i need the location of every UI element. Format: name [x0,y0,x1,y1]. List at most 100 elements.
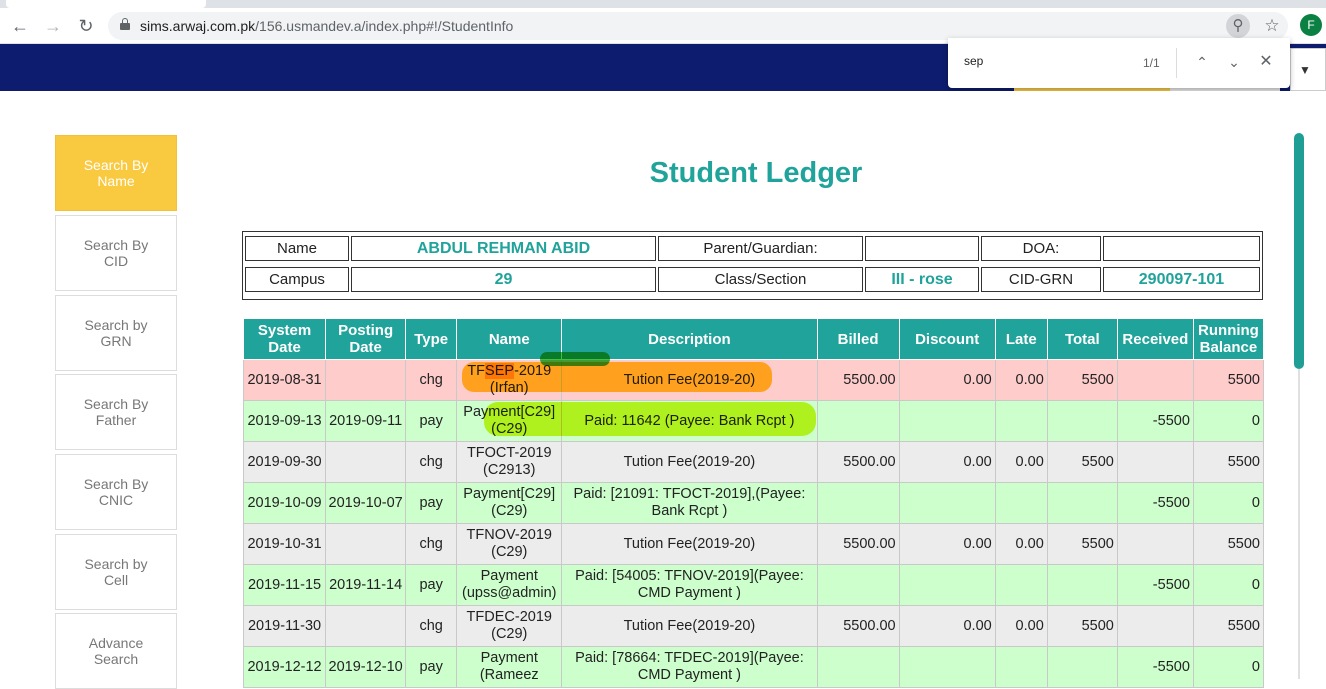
cell-description: Paid: [78664: TFDEC-2019](Payee: CMD Pay… [561,646,818,688]
cell-system-date: 2019-09-30 [242,441,327,483]
cell-posting-date [325,523,407,565]
cell-type: chg [405,605,458,647]
cell-billed: 5500.00 [816,523,900,565]
sidebar-advance-search[interactable]: Advance Search [55,613,177,689]
url-path: /156.usmandev.a/index.php#!/StudentInfo [255,18,514,34]
cell-discount: 0.00 [898,359,996,401]
col-billed[interactable]: Billed [816,318,900,360]
browser-tab[interactable] [6,0,206,8]
table-row[interactable]: 2019-09-30 chg TFOCT-2019 (C2913) Tution Fe… [242,441,1265,483]
highlight-mark [462,362,772,392]
sidebar-search-by-name[interactable]: Search By Name [55,135,177,211]
name-value: ABDUL REHMAN ABID [351,236,656,261]
cell-discount [898,400,996,442]
cell-discount [898,646,996,688]
cell-billed [816,400,900,442]
bookmark-star-icon[interactable]: ☆ [1260,14,1284,38]
sidebar-search-by-father[interactable]: Search By Father [55,374,177,450]
forward-arrow-icon[interactable]: → [41,14,65,38]
cell-name: Payment (Rameez [456,646,563,688]
address-bar[interactable]: sims.arwaj.com.pk/156.usmandev.a/index.p… [108,12,1288,40]
cidgrn-label: CID-GRN [981,267,1101,292]
find-bar: 1/1 ⌃ ⌄ ✕ [948,38,1290,88]
cell-system-date: 2019-11-30 [242,605,327,647]
cell-balance: 5500 [1192,441,1265,483]
page-title: Student Ledger [649,157,863,189]
cell-late [994,564,1048,606]
col-total[interactable]: Total [1046,318,1118,360]
cell-late: 0.00 [994,605,1048,647]
col-discount[interactable]: Discount [898,318,996,360]
cell-received: -5500 [1116,400,1194,442]
lock-icon [120,18,130,30]
reload-icon[interactable]: ↻ [74,14,98,38]
cell-type: pay [405,400,458,442]
col-system-date[interactable]: System Date [242,318,327,360]
cell-type: pay [405,482,458,524]
col-type[interactable]: Type [405,318,458,360]
find-input[interactable] [964,54,1104,68]
scrollbar-thumb[interactable] [1294,133,1304,369]
cell-system-date: 2019-10-09 [242,482,327,524]
back-arrow-icon[interactable]: ← [8,14,32,38]
cell-system-date: 2019-12-12 [242,646,327,688]
header-menu-button[interactable]: ▼ [1290,48,1326,91]
profile-avatar[interactable]: F [1300,14,1322,36]
cell-balance: 0 [1192,482,1265,524]
cell-system-date: 2019-10-31 [242,523,327,565]
cell-billed: 5500.00 [816,359,900,401]
cell-type: pay [405,564,458,606]
chevron-down-icon[interactable]: ⌄ [1222,50,1246,74]
highlight-mark [540,352,610,366]
cell-late: 0.00 [994,523,1048,565]
class-label: Class/Section [658,267,863,292]
cidgrn-value: 290097-101 [1103,267,1260,292]
close-icon[interactable]: ✕ [1254,50,1278,74]
cell-system-date: 2019-08-31 [242,359,327,401]
cell-late: 0.00 [994,441,1048,483]
cell-system-date: 2019-11-15 [242,564,327,606]
cell-discount: 0.00 [898,441,996,483]
table-row[interactable]: 2019-10-31 chg TFNOV-2019 (C29) Tution Fee(… [242,523,1265,565]
cell-late [994,400,1048,442]
sidebar-search-by-cell[interactable]: Search by Cell [55,534,177,610]
col-posting-date[interactable]: Posting Date [325,318,407,360]
url-text: sims.arwaj.com.pk/156.usmandev.a/index.p… [140,18,513,34]
col-late[interactable]: Late [994,318,1048,360]
cell-system-date: 2019-09-13 [242,400,327,442]
sidebar-search-by-cid[interactable]: Search By CID [55,215,177,291]
cell-billed [816,482,900,524]
cell-name: TFNOV-2019 (C29) [456,523,563,565]
ledger-header-row: System Date Posting Date Type Name Descr… [242,318,1265,360]
sidebar-search-by-grn[interactable]: Search by GRN [55,295,177,371]
cell-billed: 5500.00 [816,605,900,647]
cell-discount [898,564,996,606]
cell-posting-date: 2019-12-10 [325,646,407,688]
cell-late: 0.00 [994,359,1048,401]
cell-description: Paid: [54005: TFNOV-2019](Payee: CMD Pay… [561,564,818,606]
cell-balance: 5500 [1192,359,1265,401]
cell-description: Tution Fee(2019-20) [561,441,818,483]
table-row[interactable]: 2019-12-12 2019-12-10 pay Payment (Rameez Pa… [242,646,1265,688]
col-received[interactable]: Received [1116,318,1194,360]
cell-total [1046,482,1118,524]
find-in-page-icon[interactable]: ⚲ [1226,14,1250,38]
table-row[interactable]: 2019-11-30 chg TFDEC-2019 (C29) Tution Fee(… [242,605,1265,647]
table-row[interactable]: 2019-11-15 2019-11-14 pay Payment (upss@adm… [242,564,1265,606]
cell-received [1116,359,1194,401]
col-running-balance[interactable]: Running Balance [1192,318,1265,360]
cell-type: pay [405,646,458,688]
sidebar-search-by-cnic[interactable]: Search By CNIC [55,454,177,530]
name-label: Name [245,236,349,261]
cell-balance: 5500 [1192,523,1265,565]
cell-total [1046,564,1118,606]
cell-total: 5500 [1046,441,1118,483]
chevron-up-icon[interactable]: ⌃ [1190,50,1214,74]
scrollbar-track-line [1298,369,1300,679]
cell-type: chg [405,523,458,565]
student-info-table: Name ABDUL REHMAN ABID Parent/Guardian: … [242,231,1263,300]
cell-name: Payment (upss@admin) [456,564,563,606]
table-row[interactable]: 2019-10-09 2019-10-07 pay Payment[C29] (C29… [242,482,1265,524]
cell-discount [898,482,996,524]
url-host: sims.arwaj.com.pk [140,18,256,34]
